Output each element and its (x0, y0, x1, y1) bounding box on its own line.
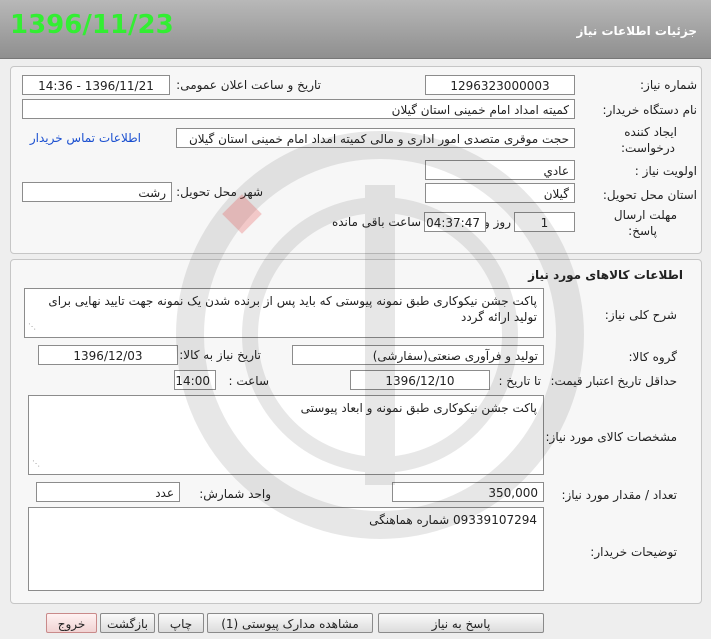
qty-field[interactable]: 350,000 (392, 482, 544, 502)
city-label: شهر محل تحویل: (176, 185, 263, 199)
buyer-notes-textarea[interactable]: 09339107294 شماره هماهنگی (28, 507, 544, 591)
min-price-label: حداقل تاریخ اعتبار قیمت: (550, 374, 677, 388)
days-label: روز و (484, 215, 511, 229)
need-number-label: شماره نیاز: (640, 78, 697, 92)
province-field[interactable]: گیلان (425, 183, 575, 203)
header-date: 1396/11/23 (10, 10, 174, 40)
desc-label: شرح کلی نیاز: (604, 308, 677, 322)
announce-field[interactable]: 1396/11/21 - 14:36 (22, 75, 170, 95)
goods-section-title: اطلاعات کالاهای مورد نیاز (528, 268, 683, 282)
reply-button[interactable]: پاسخ به نیاز (378, 613, 544, 633)
resize-grip-icon[interactable]: ⋰ (28, 319, 36, 335)
days-field[interactable]: 1 (514, 212, 575, 232)
creator-label-2: درخواست: (621, 141, 675, 155)
announce-label: تاریخ و ساعت اعلان عمومی: (176, 78, 321, 92)
creator-field[interactable]: حجت موقری متصدی امور اداری و مالی کمیته … (176, 128, 575, 148)
specs-text: پاکت جشن نیکوکاری طبق نمونه و ابعاد پیوس… (300, 401, 537, 415)
specs-label: مشخصات کالای مورد نیاز: (545, 430, 677, 444)
buyer-org-field[interactable]: کمیته امداد امام خمینی استان گیلان (22, 99, 575, 119)
contact-buyer-link[interactable]: اطلاعات تماس خریدار (30, 131, 141, 145)
exit-button[interactable]: خروج (46, 613, 97, 633)
page-title: جزئیات اطلاعات نیاز (576, 24, 697, 38)
deadline-label-1: مهلت ارسال (613, 208, 677, 222)
back-button[interactable]: بازگشت (100, 613, 155, 633)
buyer-notes-label: توضیحات خریدار: (590, 545, 677, 559)
to-date-label: تا تاریخ : (498, 374, 541, 388)
need-date-label: تاریخ نیاز به کالا: (179, 348, 261, 362)
remaining-time-field[interactable]: 04:37:47 (424, 212, 486, 232)
desc-text: پاکت جشن نیکوکاری طبق نمونه پیوستی که با… (48, 294, 537, 324)
attachments-button[interactable]: مشاهده مدارک پیوستی (1) (207, 613, 373, 633)
city-field[interactable]: رشت (22, 182, 172, 202)
group-field[interactable]: تولید و فرآوری صنعتی(سفارشی) (292, 345, 544, 365)
desc-textarea[interactable]: پاکت جشن نیکوکاری طبق نمونه پیوستی که با… (24, 288, 544, 338)
hour-label: ساعت : (228, 374, 269, 388)
resize-grip-icon[interactable]: ⋰ (32, 456, 40, 472)
specs-textarea[interactable]: پاکت جشن نیکوکاری طبق نمونه و ابعاد پیوس… (28, 395, 544, 475)
buyer-org-label: نام دستگاه خریدار: (602, 103, 698, 117)
print-button[interactable]: چاپ (158, 613, 204, 633)
qty-label: تعداد / مقدار مورد نیاز: (561, 488, 677, 502)
deadline-label-2: پاسخ: (628, 224, 657, 238)
need-number-field[interactable]: 1296323000003 (425, 75, 575, 95)
unit-label: واحد شمارش: (199, 487, 271, 501)
buyer-notes-text: 09339107294 شماره هماهنگی (369, 513, 537, 527)
creator-label-1: ایجاد کننده (624, 125, 677, 139)
priority-label: اولویت نیاز : (634, 164, 697, 178)
need-date-field[interactable]: 1396/12/03 (38, 345, 178, 365)
province-label: استان محل تحویل: (602, 188, 697, 202)
to-date-field[interactable]: 1396/12/10 (350, 370, 490, 390)
group-label: گروه کالا: (628, 350, 678, 364)
unit-field[interactable]: عدد (36, 482, 180, 502)
remaining-label: ساعت باقی مانده (331, 215, 421, 229)
hour-field[interactable]: 14:00 (174, 370, 216, 390)
priority-field[interactable]: عادي (425, 160, 575, 180)
